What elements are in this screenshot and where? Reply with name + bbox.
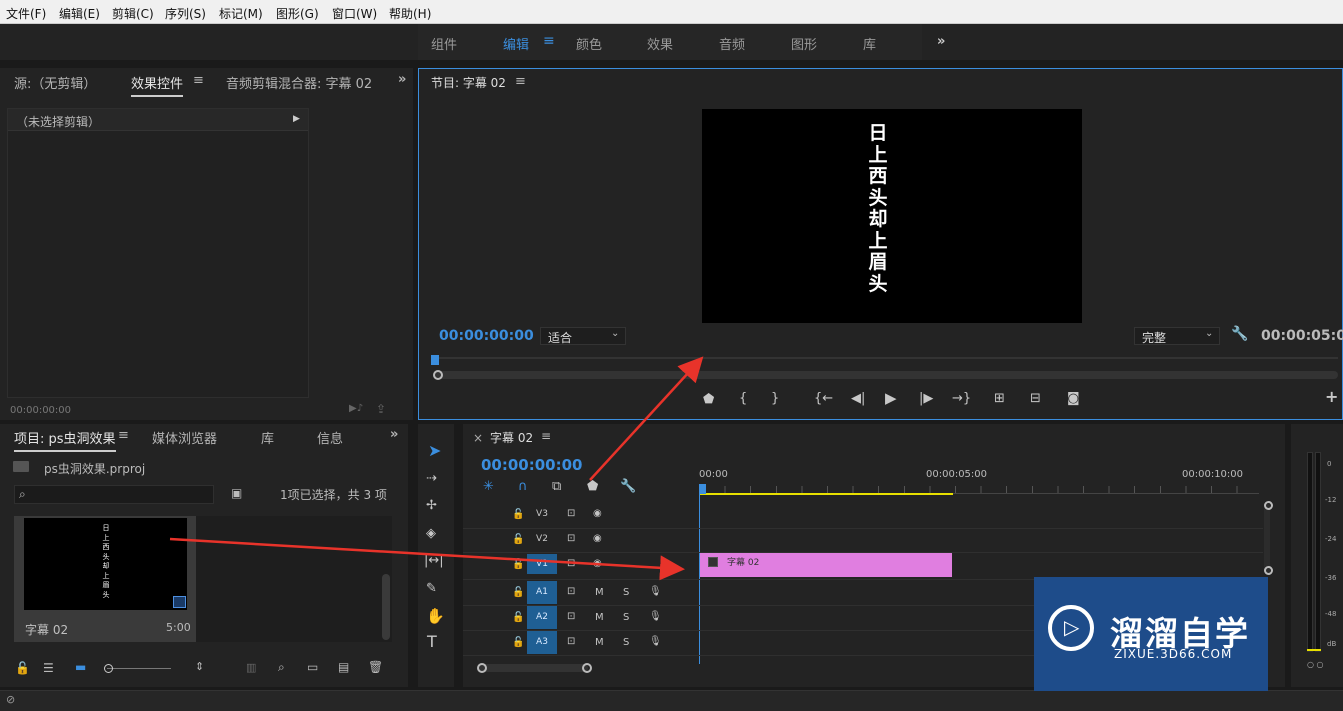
arrow-to-program [589, 356, 704, 481]
arrow-to-timeline [169, 537, 685, 581]
watermark-logo: ▷ 溜溜自学 ZIXUE.3D66.COM [1034, 577, 1268, 691]
play-triangle-icon: ▷ [1064, 615, 1080, 639]
play-logo-icon: ▷ [1048, 605, 1094, 651]
watermark-url: ZIXUE.3D66.COM [1114, 647, 1233, 661]
